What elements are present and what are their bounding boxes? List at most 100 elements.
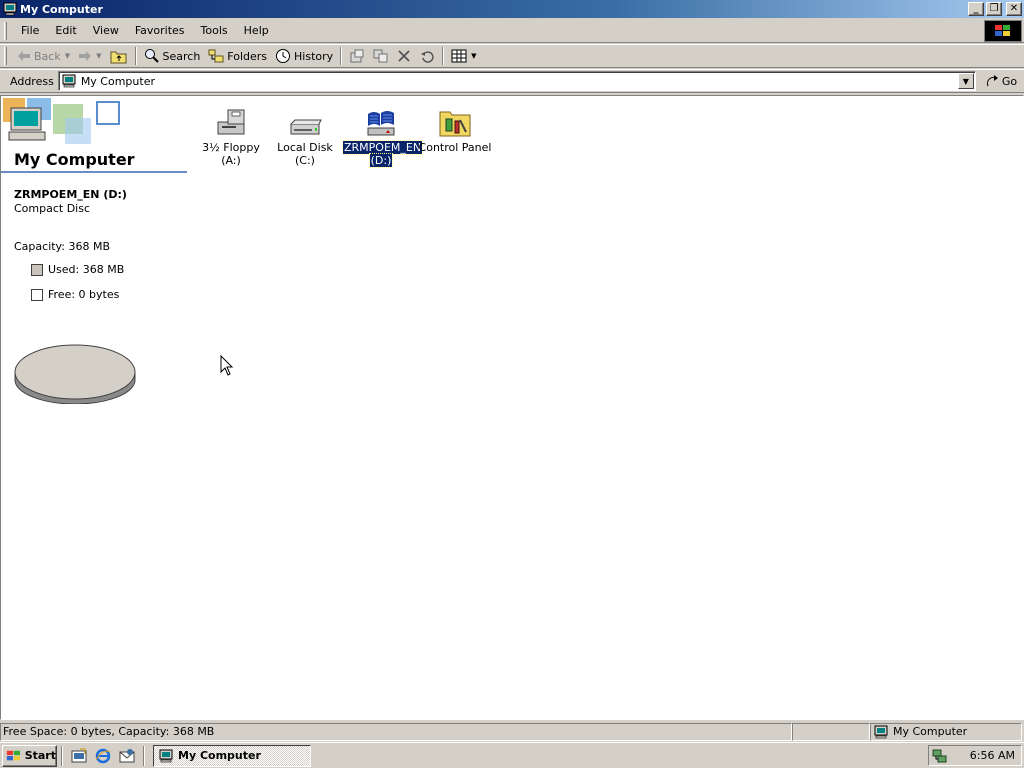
toolbar-separator — [340, 47, 343, 65]
address-input[interactable]: My Computer ▼ — [57, 71, 976, 91]
address-dropdown-button[interactable]: ▼ — [957, 73, 974, 89]
internet-explorer-icon — [95, 748, 111, 763]
menu-favorites[interactable]: Favorites — [127, 22, 193, 39]
folder-view[interactable]: My Computer ZRMPOEM_EN (D:) Compact Disc… — [0, 95, 1024, 720]
used-legend: Used: 368 MB — [31, 263, 124, 276]
status-blank-panel — [792, 722, 870, 741]
cd-drive-icon — [367, 111, 395, 136]
menu-edit[interactable]: Edit — [47, 22, 84, 39]
menu-view[interactable]: View — [85, 22, 127, 39]
move-to-icon — [350, 49, 364, 63]
floppy-drive-letter: (A:) — [221, 154, 241, 167]
back-arrow-icon — [18, 51, 30, 61]
history-label: History — [294, 49, 334, 63]
system-tray: 6:56 AM — [928, 745, 1022, 766]
history-button[interactable]: History — [271, 45, 337, 67]
pane-title: My Computer — [14, 150, 135, 169]
computer-icon — [3, 2, 17, 16]
back-label: Back — [34, 49, 61, 63]
windows-flag-icon — [995, 25, 1010, 36]
close-button[interactable]: ✕ — [1006, 2, 1022, 16]
outlook-express-button[interactable] — [118, 747, 136, 765]
go-arrow-icon — [986, 75, 998, 87]
taskbar-my-computer-button[interactable]: My Computer — [153, 744, 311, 767]
show-desktop-button[interactable] — [70, 747, 88, 765]
back-button[interactable]: Back ▼ — [13, 45, 74, 67]
menubar-grip[interactable] — [4, 21, 7, 40]
selected-drive-name: ZRMPOEM_EN (D:) — [14, 188, 127, 201]
chevron-down-icon[interactable]: ▼ — [471, 52, 476, 60]
floppy-drive-item[interactable]: 3½ Floppy (A:) — [193, 100, 269, 167]
cd-drive-letter: (D:) — [368, 153, 394, 168]
my-computer-banner-icon — [3, 98, 120, 144]
selected-drive-type: Compact Disc — [14, 202, 91, 215]
taskbar-separator — [143, 745, 145, 766]
up-folder-icon — [110, 51, 126, 64]
used-swatch — [31, 263, 43, 276]
restore-icon: ❐ — [989, 3, 999, 14]
start-button[interactable]: Start — [2, 744, 57, 767]
go-button[interactable]: Go — [986, 74, 1017, 88]
info-pane: My Computer ZRMPOEM_EN (D:) Compact Disc… — [1, 96, 189, 719]
desktop-icon — [71, 748, 87, 762]
clock[interactable]: 6:56 AM — [970, 749, 1015, 762]
forward-button[interactable]: ▼ — [74, 45, 105, 67]
search-icon — [144, 49, 159, 63]
address-bar: Address My Computer ▼ Go — [0, 69, 1024, 93]
standard-toolbar: Back ▼ ▼ Search Folders History ▼ — [0, 44, 1024, 68]
menu-bar: File Edit View Favorites Tools Help — [0, 19, 1024, 43]
free-swatch — [31, 288, 43, 301]
internet-explorer-button[interactable] — [94, 747, 112, 765]
folders-button[interactable]: Folders — [204, 45, 271, 67]
copy-to-button[interactable] — [369, 45, 393, 67]
menu-tools[interactable]: Tools — [193, 22, 236, 39]
up-folder-button[interactable] — [106, 45, 132, 67]
menu-file[interactable]: File — [13, 22, 47, 39]
undo-button[interactable] — [415, 45, 439, 67]
chevron-down-icon[interactable]: ▼ — [65, 52, 70, 60]
status-left-text: Free Space: 0 bytes, Capacity: 368 MB — [3, 725, 215, 738]
chevron-down-icon[interactable]: ▼ — [96, 52, 101, 60]
status-free-space: Free Space: 0 bytes, Capacity: 368 MB — [0, 722, 792, 741]
minimize-button[interactable]: _ — [968, 2, 984, 16]
computer-icon — [874, 725, 888, 738]
taskbar-separator — [61, 745, 63, 766]
control-panel-label: Control Panel — [418, 141, 492, 154]
cd-drive-label: ZRMPOEM_EN — [341, 140, 424, 155]
toolbar-grip[interactable] — [4, 47, 7, 65]
title-bar[interactable]: My Computer _ ❐ ✕ — [0, 0, 1024, 18]
start-label: Start — [24, 749, 56, 762]
taskbar: Start My Computer 6:56 AM — [0, 742, 1024, 768]
used-text: Used: 368 MB — [48, 263, 125, 276]
address-label: Address — [10, 74, 54, 88]
free-legend: Free: 0 bytes — [31, 288, 119, 301]
control-panel-item[interactable]: Control Panel — [417, 100, 493, 154]
move-to-button[interactable] — [345, 45, 369, 67]
chevron-down-icon: ▼ — [962, 76, 969, 86]
network-icon[interactable] — [932, 748, 948, 764]
local-disk-item[interactable]: Local Disk (C:) — [267, 100, 343, 167]
status-right-text: My Computer — [893, 725, 968, 738]
folders-icon — [208, 49, 224, 63]
computer-icon — [159, 749, 173, 762]
cd-drive-item[interactable]: ZRMPOEM_EN (D:) — [341, 100, 424, 168]
forward-arrow-icon — [79, 51, 92, 61]
drive-capacity: Capacity: 368 MB — [14, 240, 111, 253]
views-button[interactable]: ▼ — [447, 45, 480, 67]
views-grid-icon — [451, 49, 467, 63]
minimize-icon: _ — [973, 3, 979, 14]
explorer-window: My Computer _ ❐ ✕ File Edit View Favorit… — [0, 0, 1024, 742]
control-panel-icon — [439, 111, 471, 137]
go-label: Go — [1001, 74, 1018, 88]
windows-logo — [984, 20, 1022, 42]
search-button[interactable]: Search — [140, 45, 205, 67]
delete-button[interactable] — [393, 45, 415, 67]
computer-icon — [62, 74, 76, 88]
menu-help[interactable]: Help — [236, 22, 277, 39]
restore-button[interactable]: ❐ — [986, 2, 1002, 16]
windows-flag-icon — [6, 750, 20, 760]
address-value: My Computer — [80, 74, 155, 88]
toolbar-separator — [134, 47, 137, 65]
disk-usage-pie — [14, 344, 136, 404]
folders-label: Folders — [227, 49, 268, 63]
